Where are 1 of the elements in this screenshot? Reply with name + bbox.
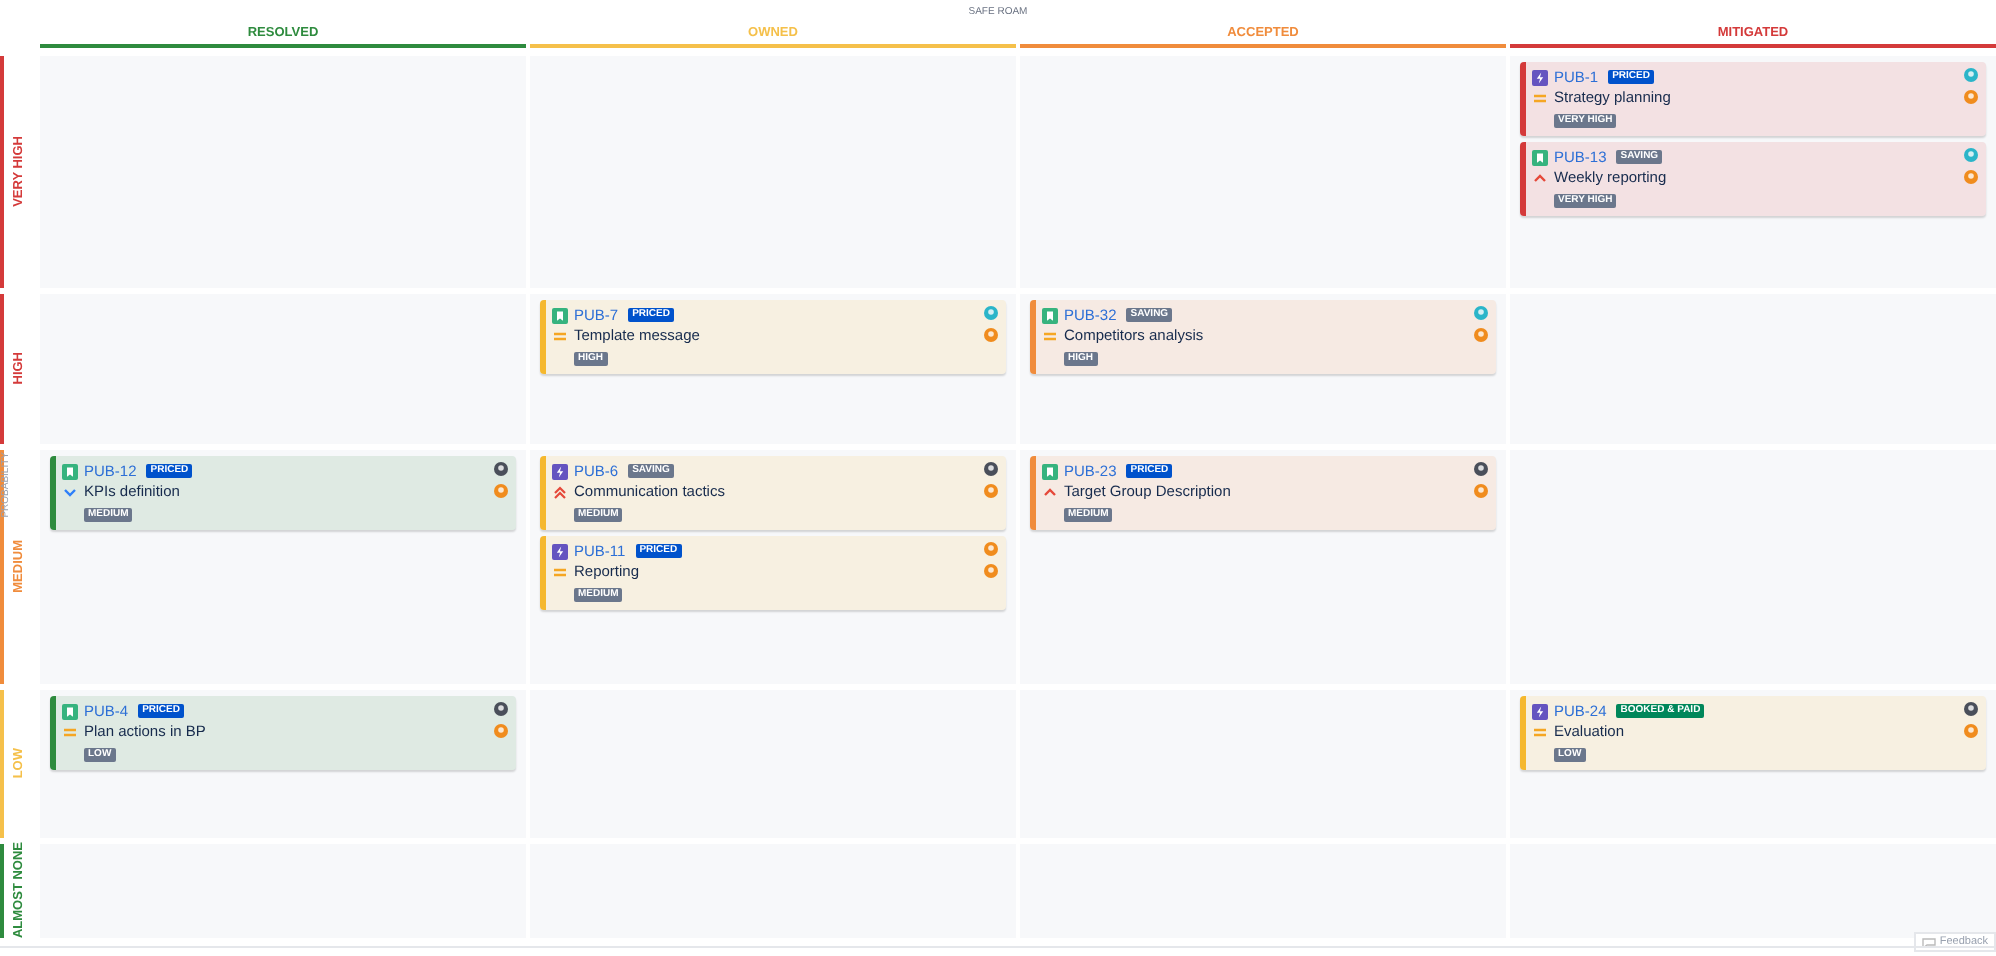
speech-bubble-icon: [1921, 936, 1936, 948]
